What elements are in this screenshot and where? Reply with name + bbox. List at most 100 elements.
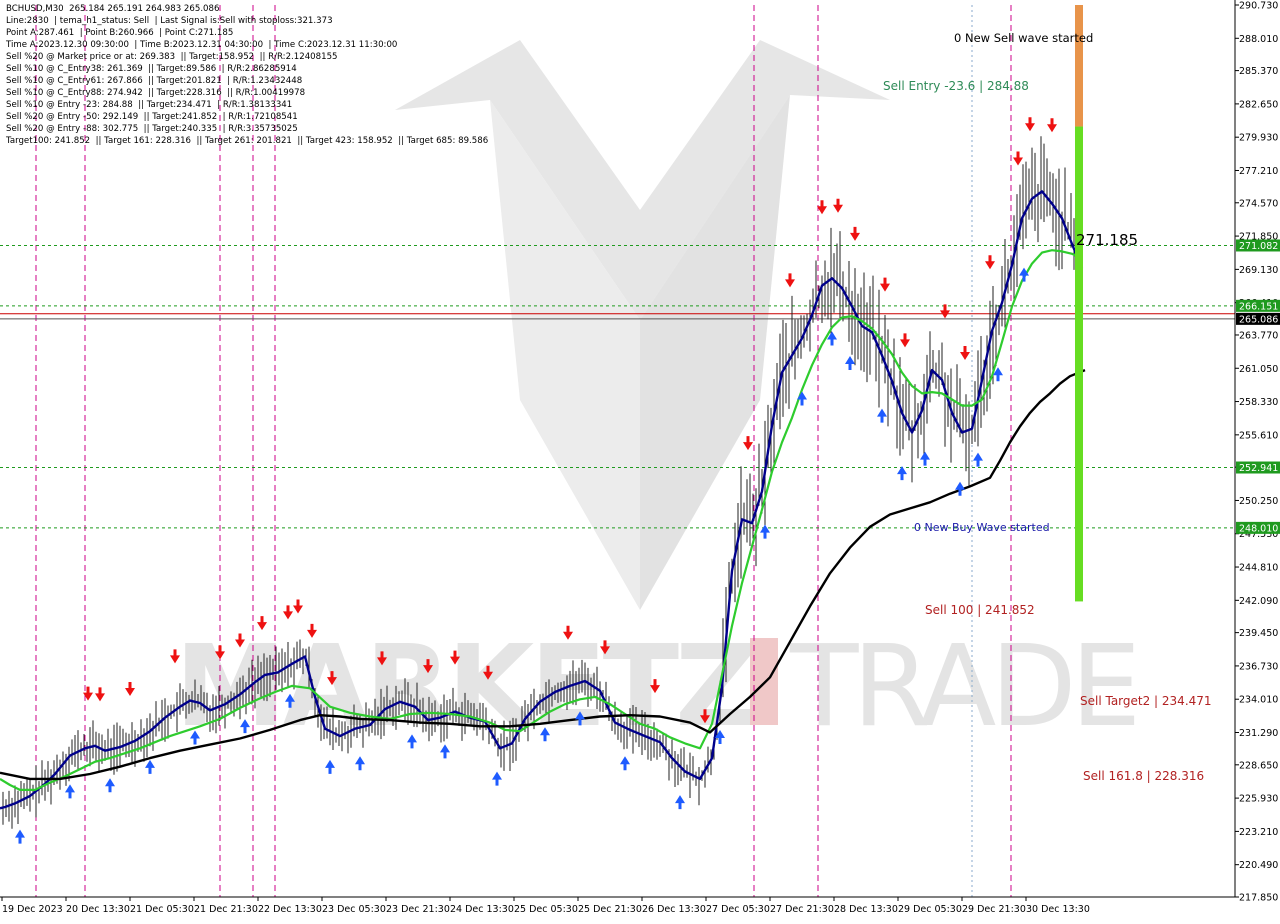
x-tick-label: 21 Dec 21:30	[194, 904, 258, 915]
sell-arrow-icon	[743, 436, 753, 451]
header-line: Line:2830 | tema_h1_status: Sell | Last …	[6, 16, 333, 26]
y-tick-label: 261.050	[1239, 364, 1278, 375]
x-tick-label: 27 Dec 21:30	[770, 904, 834, 915]
header-line: Sell %10 @ Entry -23: 284.88 || Target:2…	[6, 100, 293, 110]
sell-target2-label: Sell Target2 | 234.471	[1080, 694, 1212, 708]
y-tick-label: 274.570	[1239, 198, 1278, 209]
x-tick-label: 25 Dec 21:30	[578, 904, 642, 915]
price-label: 252.941	[1239, 463, 1278, 474]
y-tick-label: 258.330	[1239, 397, 1278, 408]
buy-arrow-icon	[15, 829, 25, 844]
x-tick-label: 20 Dec 13:30	[66, 904, 130, 915]
header-line: Sell %10 @ C_Entry61: 267.866 || Target:…	[6, 76, 303, 86]
price-axis: 290.730 288.010 285.370 282.650 279.930 277.2…	[1234, 0, 1280, 904]
y-tick-label: 239.450	[1239, 628, 1278, 639]
y-tick-label: 290.730	[1239, 1, 1278, 12]
x-tick-label: 24 Dec 13:30	[450, 904, 514, 915]
y-tick-label: 231.290	[1239, 728, 1278, 739]
header-line: BCHUSD,M30 265.184 265.191 264.983 265.0…	[6, 4, 220, 14]
buy-arrow-icon	[325, 759, 335, 774]
buy-arrow-icon	[845, 355, 855, 370]
buy-arrow-icon	[620, 756, 630, 771]
buy-arrow-icon	[675, 795, 685, 810]
x-tick-label: 29 Dec 05:30	[898, 904, 962, 915]
sell-arrow-icon	[283, 605, 293, 620]
x-tick-label: 23 Dec 21:30	[386, 904, 450, 915]
sell-arrow-icon	[293, 599, 303, 614]
buy-arrow-icon	[920, 451, 930, 466]
x-tick-label: 30 Dec 13:30	[1026, 904, 1090, 915]
chart-root: MARKETZ TRADE 290.730 288.010 285.370 282.65…	[0, 0, 1280, 920]
buy-arrow-icon	[65, 784, 75, 799]
header-line: Sell %10 @ C_Entry88: 274.942 || Target:…	[6, 88, 306, 98]
sell-arrow-icon	[985, 255, 995, 270]
sell-arrow-icon	[785, 273, 795, 288]
header-line: Sell %20 @ Entry -88: 302.775 || Target:…	[6, 124, 298, 134]
y-tick-label: 277.210	[1239, 166, 1278, 177]
x-tick-label: 21 Dec 05:30	[130, 904, 194, 915]
x-tick-label: 29 Dec 21:30	[962, 904, 1026, 915]
sell-arrow-icon	[1013, 151, 1023, 166]
y-tick-label: 263.770	[1239, 330, 1278, 341]
y-tick-label: 220.490	[1239, 860, 1278, 871]
y-tick-label: 242.090	[1239, 596, 1278, 607]
x-tick-label: 28 Dec 13:30	[834, 904, 898, 915]
x-tick-label: 23 Dec 05:30	[322, 904, 386, 915]
x-tick-label: 26 Dec 13:30	[642, 904, 706, 915]
y-tick-label: 285.370	[1239, 66, 1278, 77]
buy-arrow-icon	[760, 524, 770, 539]
x-tick-label: 27 Dec 05:30	[706, 904, 770, 915]
y-tick-label: 223.210	[1239, 827, 1278, 838]
sell-arrow-icon	[1025, 117, 1035, 132]
y-tick-label: 217.850	[1239, 893, 1278, 904]
price-label: 266.151	[1239, 301, 1278, 312]
y-tick-label: 228.650	[1239, 760, 1278, 771]
y-tick-label: 282.650	[1239, 99, 1278, 110]
sell-arrow-icon	[940, 304, 950, 319]
y-tick-label: 236.730	[1239, 661, 1278, 672]
sell-arrow-icon	[833, 198, 843, 213]
header-line: Sell %10 @ C_Entry38: 261.369 || Target:…	[6, 64, 297, 74]
buy-arrow-icon	[355, 756, 365, 771]
sell-wave-label: 0 New Sell wave started	[954, 31, 1093, 45]
buy-arrow-icon	[897, 466, 907, 481]
buy-arrow-icon	[797, 391, 807, 406]
buy-wave-label: 0 New Buy Wave started	[914, 521, 1050, 534]
info-header: BCHUSD,M30 265.184 265.191 264.983 265.0…	[6, 3, 646, 147]
header-line: Point A:287.461 | Point B:260.966 | Poin…	[6, 28, 234, 38]
buy-arrow-icon	[955, 481, 965, 496]
sell-100-label: Sell 100 | 241.852	[925, 603, 1035, 617]
sell-arrow-icon	[850, 226, 860, 241]
price-label: 248.010	[1239, 523, 1278, 534]
sell-arrow-icon	[1047, 118, 1057, 133]
x-tick-label: 19 Dec 2023	[2, 904, 63, 915]
sell-arrow-icon	[880, 277, 890, 292]
header-line: Time A:2023.12.30 09:30:00 | Time B:2023…	[6, 40, 398, 50]
sell-arrow-icon	[125, 682, 135, 697]
header-line: Sell %20 @ Market price or at: 269.383 |…	[6, 52, 338, 62]
y-tick-label: 250.250	[1239, 496, 1278, 507]
sell-161-label: Sell 161.8 | 228.316	[1083, 769, 1204, 783]
buy-arrow-icon	[492, 771, 502, 786]
buy-arrow-icon	[105, 778, 115, 793]
buy-arrow-icon	[877, 408, 887, 423]
sell-arrow-icon	[900, 333, 910, 348]
y-tick-label: 225.930	[1239, 794, 1278, 805]
time-axis: 19 Dec 2023 20 Dec 13:30 21 Dec 05:30 21 De…	[0, 896, 1235, 915]
y-tick-label: 269.130	[1239, 265, 1278, 276]
sell-entry-label: Sell Entry -23.6 | 284.88	[883, 79, 1029, 93]
y-tick-label: 234.010	[1239, 695, 1278, 706]
watermark-text: TRADE	[789, 622, 1135, 752]
buy-arrow-icon	[145, 759, 155, 774]
y-tick-label: 244.810	[1239, 563, 1278, 574]
price-label: 265.086	[1239, 314, 1278, 325]
x-tick-label: 25 Dec 05:30	[514, 904, 578, 915]
y-tick-label: 288.010	[1239, 34, 1278, 45]
header-line: Sell %20 @ Entry -50: 292.149 || Target:…	[6, 112, 298, 122]
point-c-label: 271.185	[1076, 231, 1138, 249]
target-bar-green	[1075, 126, 1083, 602]
buy-arrow-icon	[973, 452, 983, 467]
price-label: 271.082	[1239, 241, 1278, 252]
sell-arrow-icon	[960, 345, 970, 360]
sell-arrow-icon	[817, 200, 827, 215]
